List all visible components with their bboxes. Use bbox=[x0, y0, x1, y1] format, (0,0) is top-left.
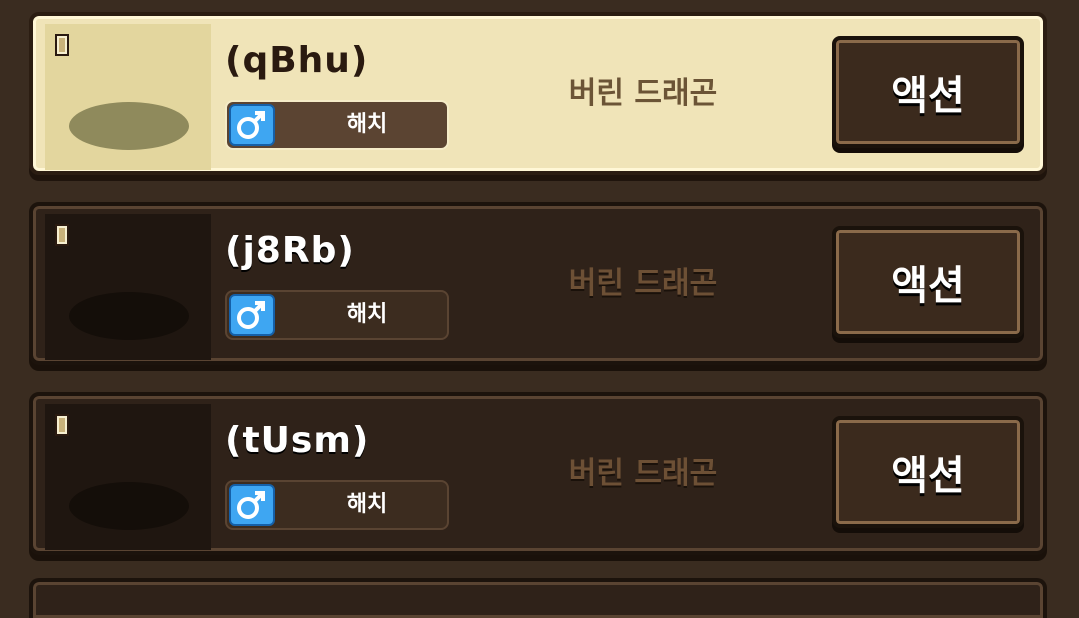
male-gender-icon bbox=[229, 294, 275, 336]
dragon-portrait bbox=[45, 24, 211, 170]
gender-status-bar: 해치 bbox=[225, 290, 449, 340]
action-button-label: 액션 bbox=[891, 453, 965, 499]
dragon-card-4-partial[interactable] bbox=[29, 578, 1047, 618]
dragon-type: 버린 드래곤 bbox=[568, 456, 718, 491]
gender-status-bar: 해치 bbox=[225, 480, 449, 530]
door-icon bbox=[55, 34, 69, 56]
dragon-shadow bbox=[69, 292, 189, 340]
hatch-status: 해치 bbox=[346, 112, 388, 137]
action-button[interactable]: 액션 bbox=[832, 36, 1024, 148]
dragon-name: (qBhu) bbox=[225, 40, 369, 81]
hatch-status: 해치 bbox=[346, 492, 388, 517]
male-gender-icon bbox=[229, 484, 275, 526]
dragon-shadow bbox=[69, 102, 189, 150]
dragon-name: (tUsm) bbox=[225, 420, 370, 461]
dragon-portrait bbox=[45, 214, 211, 360]
action-button-label: 액션 bbox=[891, 263, 965, 309]
gender-status-bar: 해치 bbox=[225, 100, 449, 150]
dragon-card-3[interactable]: (tUsm) 해치 버린 드래곤 액션 bbox=[29, 392, 1047, 555]
door-icon bbox=[55, 224, 69, 246]
dragon-name: (j8Rb) bbox=[225, 230, 355, 271]
action-button[interactable]: 액션 bbox=[832, 416, 1024, 528]
dragon-shadow bbox=[69, 482, 189, 530]
action-button-label: 액션 bbox=[891, 73, 965, 119]
hatch-status: 해치 bbox=[346, 302, 388, 327]
dragon-card-1[interactable]: (qBhu) 해치 버린 드래곤 액션 bbox=[29, 12, 1047, 175]
dragon-type: 버린 드래곤 bbox=[568, 266, 718, 301]
dragon-list: (qBhu) 해치 버린 드래곤 액션 (j8Rb) 해치 버린 드래곤 액션 … bbox=[0, 0, 1079, 618]
dragon-portrait bbox=[45, 404, 211, 550]
door-icon bbox=[55, 414, 69, 436]
action-button[interactable]: 액션 bbox=[832, 226, 1024, 338]
dragon-card-2[interactable]: (j8Rb) 해치 버린 드래곤 액션 bbox=[29, 202, 1047, 365]
dragon-type: 버린 드래곤 bbox=[568, 76, 718, 111]
male-gender-icon bbox=[229, 104, 275, 146]
